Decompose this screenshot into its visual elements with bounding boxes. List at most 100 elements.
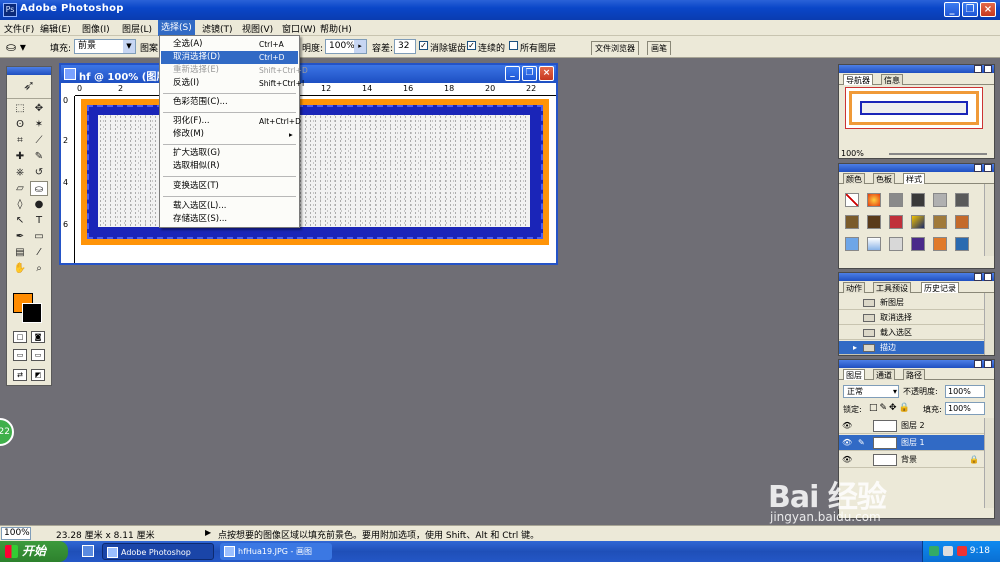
tab-styles[interactable]: 样式: [903, 173, 925, 184]
style-swatch[interactable]: [911, 215, 925, 229]
panel-minimize-button[interactable]: [974, 273, 982, 281]
layer-row-selected[interactable]: 👁 ✎ 图层 1: [839, 435, 984, 451]
doc-minimize-button[interactable]: _: [505, 66, 520, 81]
menu-item-feather[interactable]: 羽化(F)... Alt+Ctrl+D: [161, 115, 301, 128]
menu-item-deselect[interactable]: 取消选择(D) Ctrl+D: [161, 51, 298, 64]
history-item[interactable]: 载入选区: [839, 326, 984, 340]
fill-select[interactable]: 前景 ▼: [74, 39, 136, 54]
panel-minimize-button[interactable]: [974, 65, 982, 73]
navigator-thumbnail[interactable]: [845, 87, 983, 129]
tab-channels[interactable]: 通道: [873, 369, 895, 380]
brush-tool-icon[interactable]: ✎: [30, 149, 48, 164]
style-swatch[interactable]: [955, 193, 969, 207]
tolerance-input[interactable]: 32: [394, 39, 416, 54]
tab-layers[interactable]: 图层: [843, 369, 865, 380]
image-canvas[interactable]: [81, 99, 549, 245]
menu-item-select-all[interactable]: 全选(A) Ctrl+A: [161, 38, 298, 51]
restore-button[interactable]: ❐: [962, 2, 978, 17]
layer-row[interactable]: 👁 图层 2: [839, 418, 984, 434]
zoom-tool-icon[interactable]: ⌕: [30, 261, 48, 276]
shape-tool-icon[interactable]: ▭: [30, 229, 48, 244]
panel-minimize-button[interactable]: [974, 164, 982, 172]
tab-swatches[interactable]: 色板: [873, 173, 895, 184]
standard-screen-icon[interactable]: ▭: [13, 349, 27, 361]
taskbar-button-photoshop[interactable]: Adobe Photoshop: [102, 543, 214, 560]
paint-bucket-tool-icon[interactable]: ⛀ ▾: [6, 39, 32, 55]
style-swatch[interactable]: [955, 237, 969, 251]
lasso-tool-icon[interactable]: ʘ: [11, 117, 29, 132]
dodge-tool-icon[interactable]: ●: [30, 197, 48, 212]
side-badge[interactable]: 22: [0, 418, 14, 446]
lock-icons[interactable]: □✎✥🔒: [869, 403, 912, 413]
style-swatch[interactable]: [867, 193, 881, 207]
style-swatch[interactable]: [889, 237, 903, 251]
notes-tool-icon[interactable]: ▤: [11, 245, 29, 260]
show-desktop-icon[interactable]: [82, 545, 94, 557]
history-brush-icon[interactable]: ↺: [30, 165, 48, 180]
styles-scrollbar[interactable]: [984, 184, 994, 256]
panel-close-button[interactable]: [984, 164, 992, 172]
panel-minimize-button[interactable]: [974, 360, 982, 368]
panel-close-button[interactable]: [984, 360, 992, 368]
opacity-input[interactable]: 100% ▸: [325, 39, 367, 54]
eye-icon[interactable]: 👁: [842, 435, 854, 451]
jump-to-imageready-icon[interactable]: ⇄: [13, 369, 27, 381]
style-swatch[interactable]: [889, 193, 903, 207]
layer-opacity-input[interactable]: 100%: [945, 385, 985, 398]
background-color-swatch[interactable]: [22, 303, 42, 323]
all-layers-checkbox[interactable]: [509, 41, 518, 50]
style-swatch[interactable]: [933, 215, 947, 229]
move-tool-icon[interactable]: ✥: [30, 101, 48, 116]
tab-navigator[interactable]: 导航器: [843, 74, 873, 85]
hand-tool-icon[interactable]: ✋: [11, 261, 29, 276]
tab-paths[interactable]: 路径: [903, 369, 925, 380]
menu-filter[interactable]: 滤镜(T): [202, 22, 233, 35]
eye-icon[interactable]: 👁: [842, 418, 854, 434]
style-swatch[interactable]: [955, 215, 969, 229]
eraser-tool-icon[interactable]: ▱: [11, 181, 29, 196]
menu-select[interactable]: 选择(S): [158, 20, 195, 36]
layer-row[interactable]: 👁 背景 🔒: [839, 452, 984, 468]
full-screen-menu-icon[interactable]: ▭: [31, 349, 45, 361]
style-swatch[interactable]: [867, 237, 881, 251]
standard-mode-icon[interactable]: □: [13, 331, 27, 343]
minimize-button[interactable]: _: [944, 2, 960, 17]
close-button[interactable]: ×: [980, 2, 996, 17]
menu-item-inverse[interactable]: 反选(I) Shift+Ctrl+I: [161, 77, 304, 90]
menu-item-modify[interactable]: 修改(M) ▸: [161, 128, 298, 141]
tab-color[interactable]: 颜色: [843, 173, 865, 184]
history-item[interactable]: 新图层: [839, 296, 984, 310]
contiguous-checkbox[interactable]: ✓: [467, 41, 476, 50]
menu-layer[interactable]: 图层(L): [122, 22, 152, 35]
type-tool-icon[interactable]: T: [30, 213, 48, 228]
zoom-slider[interactable]: [889, 153, 987, 155]
magic-wand-tool-icon[interactable]: ✶: [30, 117, 48, 132]
eye-icon[interactable]: 👁: [842, 452, 854, 468]
menu-help[interactable]: 帮助(H): [320, 22, 352, 35]
navigator-zoom[interactable]: 100%: [841, 149, 864, 158]
paint-bucket-icon[interactable]: ⛀: [30, 181, 48, 196]
blend-mode-select[interactable]: 正常 ▾: [843, 385, 899, 398]
style-swatch[interactable]: [933, 193, 947, 207]
panel-close-button[interactable]: [984, 65, 992, 73]
menu-image[interactable]: 图像(I): [82, 22, 110, 35]
selection-frame[interactable]: [87, 105, 543, 239]
style-swatch[interactable]: [867, 215, 881, 229]
taskbar-button-paint[interactable]: hfHua19.JPG - 画图: [220, 543, 332, 560]
tab-actions[interactable]: 动作: [843, 282, 865, 293]
style-swatch[interactable]: [911, 193, 925, 207]
doc-close-button[interactable]: ×: [539, 66, 554, 81]
layer-fill-input[interactable]: 100%: [945, 402, 985, 415]
antialias-checkbox[interactable]: ✓: [419, 41, 428, 50]
document-title-bar[interactable]: hf @ 100% (图层 _ ❐ ×: [61, 65, 556, 83]
status-menu-arrow-icon[interactable]: ▶: [205, 528, 211, 537]
menu-item-transform-selection[interactable]: 变换选区(T): [161, 180, 298, 193]
network-icon[interactable]: [929, 546, 939, 556]
start-button[interactable]: 开始: [0, 541, 68, 562]
doc-restore-button[interactable]: ❐: [522, 66, 537, 81]
panel-close-button[interactable]: [984, 273, 992, 281]
tab-brushes[interactable]: 画笔: [647, 41, 671, 55]
style-swatch-none[interactable]: [845, 193, 859, 207]
style-swatch[interactable]: [845, 215, 859, 229]
document-window[interactable]: hf @ 100% (图层 _ ❐ × 0 2 4 6 8 10 12 14 1…: [59, 63, 558, 265]
